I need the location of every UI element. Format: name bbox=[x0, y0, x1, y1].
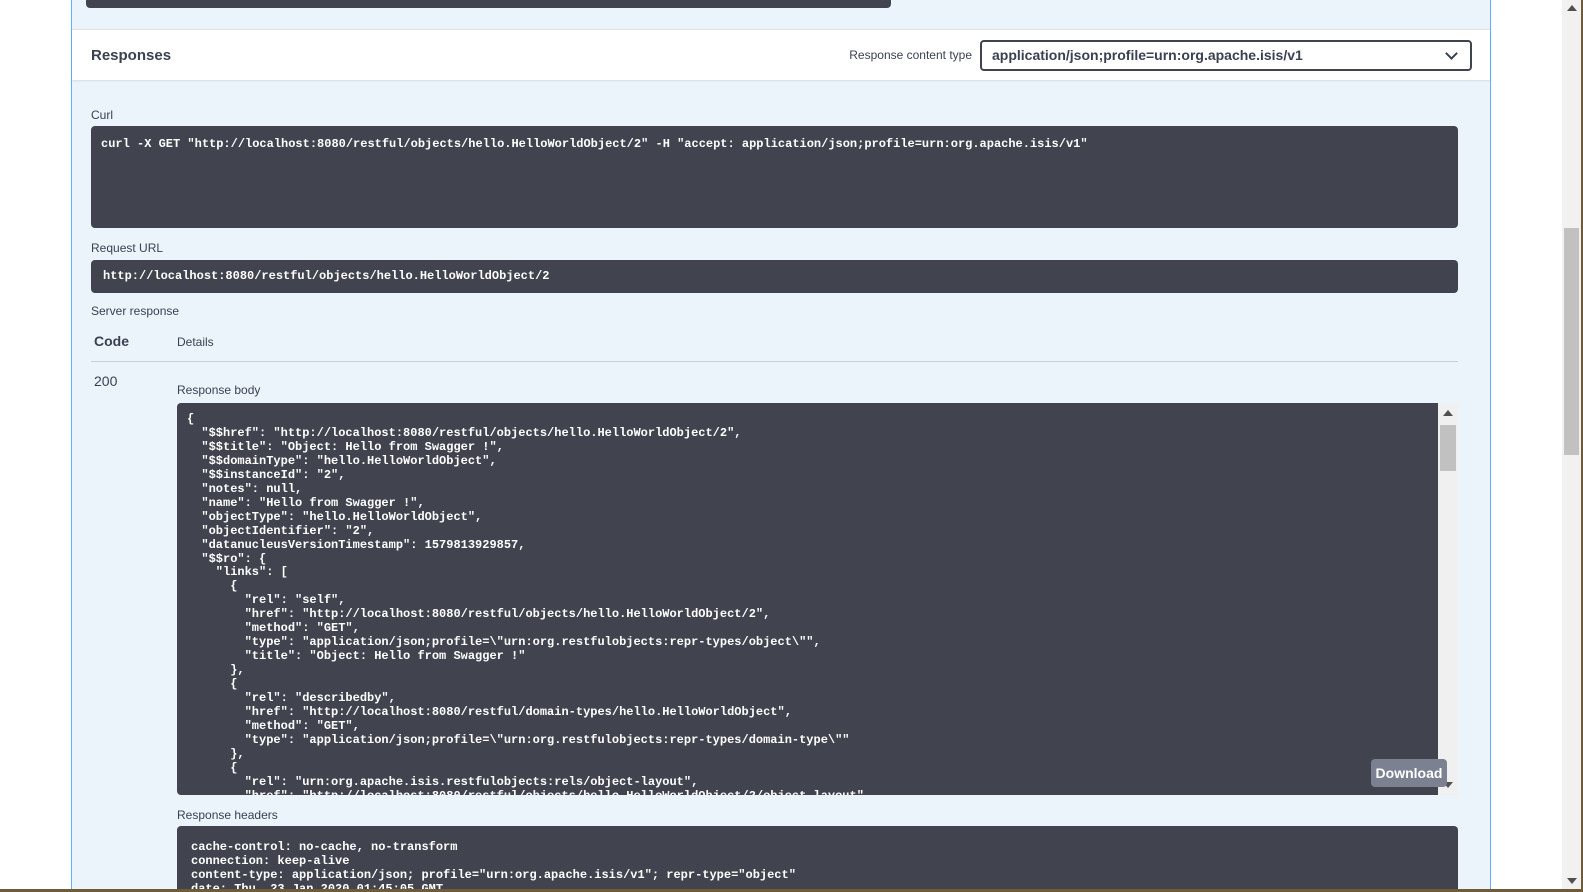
response-body-scrollbar[interactable] bbox=[1438, 403, 1458, 795]
request-url-label: Request URL bbox=[91, 241, 163, 255]
curl-label: Curl bbox=[91, 108, 113, 122]
response-headers-label: Response headers bbox=[177, 808, 278, 822]
previous-code-block-remnant bbox=[86, 0, 891, 8]
response-content-type-group: Response content type application/json;p… bbox=[849, 40, 1472, 71]
response-body-scrollbar-thumb[interactable] bbox=[1440, 425, 1456, 471]
details-column-header: Details bbox=[177, 335, 214, 349]
get-operation-block: Responses Response content type applicat… bbox=[71, 0, 1491, 892]
responses-section-header: Responses Response content type applicat… bbox=[72, 29, 1490, 80]
response-headers-block: cache-control: no-cache, no-transform co… bbox=[177, 826, 1458, 892]
response-body-label: Response body bbox=[177, 383, 260, 397]
scroll-up-icon[interactable] bbox=[1562, 0, 1581, 16]
response-content-type-select[interactable]: application/json;profile=urn:org.apache.… bbox=[980, 40, 1472, 71]
page-scrollbar-thumb[interactable] bbox=[1564, 228, 1579, 455]
page-scrollbar[interactable] bbox=[1562, 0, 1581, 889]
server-response-label: Server response bbox=[91, 304, 179, 318]
responses-title: Responses bbox=[91, 47, 171, 64]
response-content-type-select-wrap: application/json;profile=urn:org.apache.… bbox=[980, 40, 1472, 71]
response-content-type-label: Response content type bbox=[849, 48, 972, 62]
scroll-down-icon[interactable] bbox=[1562, 873, 1581, 889]
status-code-200: 200 bbox=[94, 373, 117, 389]
request-url-block: http://localhost:8080/restful/objects/he… bbox=[91, 260, 1458, 293]
curl-command-block: curl -X GET "http://localhost:8080/restf… bbox=[91, 126, 1458, 228]
code-column-header: Code bbox=[94, 333, 129, 349]
swagger-responses-page: Responses Response content type applicat… bbox=[0, 0, 1583, 892]
response-body-json: { "$$href": "http://localhost:8080/restf… bbox=[177, 403, 1438, 795]
download-button[interactable]: Download bbox=[1371, 759, 1447, 787]
scroll-up-icon[interactable] bbox=[1438, 405, 1457, 421]
response-body-block: { "$$href": "http://localhost:8080/restf… bbox=[177, 403, 1458, 795]
response-table-divider bbox=[91, 361, 1458, 362]
